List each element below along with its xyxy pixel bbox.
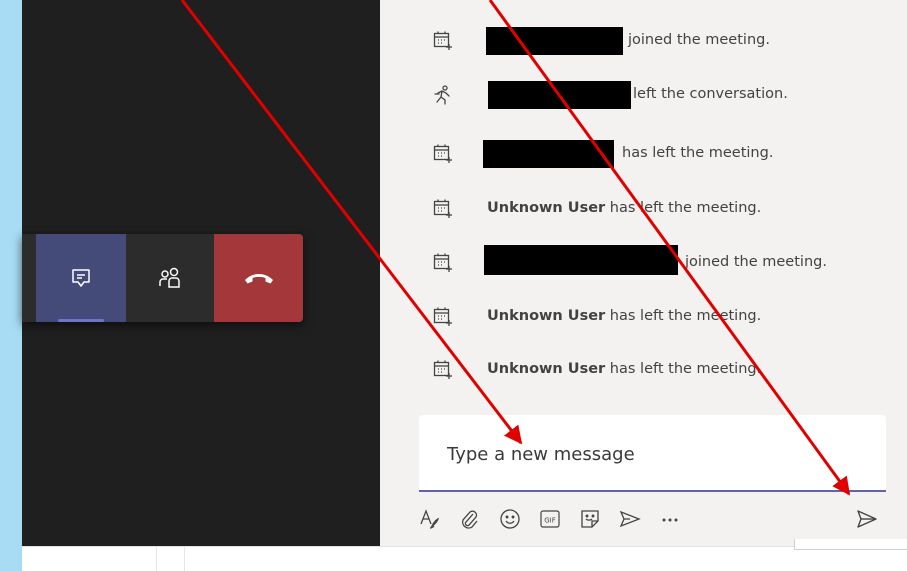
activity-text: has left the meeting. (609, 308, 762, 324)
redacted-name (483, 140, 614, 168)
meeting-join-icon (432, 359, 454, 381)
meeting-join-icon (432, 143, 454, 165)
emoji-icon[interactable] (495, 504, 525, 534)
meeting-join-icon (432, 30, 454, 52)
divider (156, 547, 157, 571)
attach-icon[interactable] (454, 504, 484, 534)
redacted-name (488, 81, 631, 109)
meeting-join-icon (432, 252, 454, 274)
more-options-icon[interactable] (655, 504, 685, 534)
hang-up-button[interactable] (214, 234, 303, 322)
send-icon[interactable] (852, 504, 882, 534)
show-conversation-button[interactable] (36, 234, 126, 322)
activity-text: has left the meeting. (609, 361, 762, 377)
redacted-name (486, 27, 623, 55)
app-bottom-strip (22, 539, 907, 571)
meeting-join-icon (432, 306, 454, 328)
user-name[interactable]: Unknown User (487, 308, 605, 324)
svg-text:GIF: GIF (544, 517, 556, 525)
meeting-join-icon (432, 198, 454, 220)
message-input[interactable] (445, 437, 869, 471)
sticker-icon[interactable] (575, 504, 605, 534)
chat-icon (70, 267, 92, 289)
redacted-name (484, 245, 678, 275)
format-icon[interactable] (415, 504, 445, 534)
panel-edge (794, 539, 907, 550)
controls-bar-edge (22, 234, 36, 322)
divider (184, 547, 185, 571)
compose-box[interactable] (419, 415, 886, 492)
activity-text: left the conversation. (633, 86, 788, 102)
activity-text: joined the meeting. (628, 32, 770, 48)
person-leave-icon (432, 84, 454, 106)
call-controls-bar (22, 234, 303, 322)
user-name[interactable]: Unknown User (487, 200, 605, 216)
user-name[interactable]: Unknown User (487, 361, 605, 377)
compose-toolbar: GIF (419, 500, 886, 538)
meet-now-icon[interactable] (615, 504, 645, 534)
activity-text: has left the meeting. (622, 145, 774, 161)
activity-text: joined the meeting. (685, 254, 827, 270)
gif-icon[interactable]: GIF (535, 504, 565, 534)
activity-text: has left the meeting. (609, 200, 762, 216)
participants-icon (157, 266, 183, 290)
hang-up-icon (243, 271, 275, 285)
show-participants-button[interactable] (126, 234, 214, 322)
